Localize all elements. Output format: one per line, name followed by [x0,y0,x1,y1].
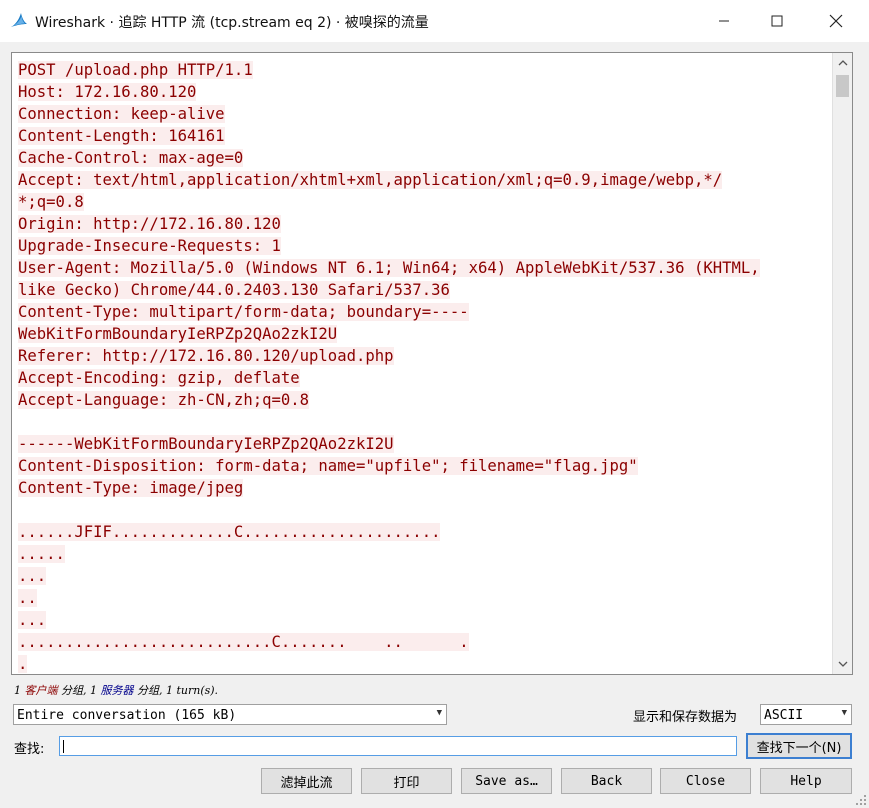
stream-line-text: . [18,655,28,673]
stream-line: POST /upload.php HTTP/1.1 [18,59,830,81]
stream-line-text: ..... [18,545,65,563]
chevron-down-icon: ▼ [841,708,847,718]
stream-line-text: Connection: keep-alive [18,105,225,123]
find-input[interactable] [59,736,737,756]
stream-line: Content-Type: multipart/form-data; bound… [18,301,830,323]
title-bar: Wireshark · 追踪 HTTP 流 (tcp.stream eq 2) … [0,0,869,42]
text-cursor [63,740,64,753]
stream-line-text: Accept-Language: zh-CN,zh;q=0.8 [18,391,310,409]
stream-line-text: ------WebKitFormBoundaryIeRPZp2QAo2zkI2U [18,435,394,453]
stream-line-text: Content-Disposition: form-data; name="up… [18,457,638,475]
stream-line: Cache-Control: max-age=0 [18,147,830,169]
stream-line-text: Content-Type: image/jpeg [18,479,244,497]
stream-line: Origin: http://172.16.80.120 [18,213,830,235]
maximize-button[interactable] [753,0,801,42]
save-as-button[interactable]: Save as… [461,768,552,794]
minimize-icon [719,20,729,22]
stream-line: Connection: keep-alive [18,103,830,125]
stream-line: Content-Length: 164161 [18,125,830,147]
encoding-select-value: ASCII [764,708,804,723]
stream-line: Accept: text/html,application/xhtml+xml,… [18,169,830,191]
stream-line-text: Cache-Control: max-age=0 [18,149,244,167]
stream-line: Host: 172.16.80.120 [18,81,830,103]
stream-line-text: User-Agent: Mozilla/5.0 (Windows NT 6.1;… [18,259,760,277]
stream-line: Upgrade-Insecure-Requests: 1 [18,235,830,257]
stream-content-area[interactable]: POST /upload.php HTTP/1.1 Host: 172.16.80… [11,52,853,675]
encoding-select[interactable]: ASCII ▼ [760,704,852,725]
stream-line [18,411,830,433]
minimize-button[interactable] [700,0,748,42]
stream-line: WebKitFormBoundaryIeRPZp2QAo2zkI2U [18,323,830,345]
vertical-scrollbar[interactable] [832,53,852,674]
stream-line-text: Accept: text/html,application/xhtml+xml,… [18,171,723,189]
resize-grip-icon[interactable] [855,794,867,806]
stream-line: ------WebKitFormBoundaryIeRPZp2QAo2zkI2U [18,433,830,455]
stream-line: *;q=0.8 [18,191,830,213]
conversation-select-value: Entire conversation (165 kB) [17,708,237,723]
stream-line: ... [18,565,830,587]
stream-line-text: like Gecko) Chrome/44.0.2403.130 Safari/… [18,281,450,299]
stream-line: User-Agent: Mozilla/5.0 (Windows NT 6.1;… [18,257,830,279]
chevron-down-icon: ▼ [436,708,442,718]
print-button[interactable]: 打印 [361,768,452,794]
stream-line-text: ... [18,611,47,629]
maximize-icon [771,15,783,27]
close-window-button[interactable] [812,0,860,42]
stream-line: . [18,653,830,674]
stream-line: ... [18,609,830,631]
filter-out-button[interactable]: 滤掉此流 [261,768,352,794]
back-button[interactable]: Back [561,768,652,794]
stream-line-text: ......JFIF.............C................… [18,523,441,541]
stream-line-text: Host: 172.16.80.120 [18,83,197,101]
summary-suffix: 分组, 1 turn(s). [133,684,219,697]
stream-line: Content-Disposition: form-data; name="up… [18,455,830,477]
stream-line: like Gecko) Chrome/44.0.2403.130 Safari/… [18,279,830,301]
stream-line-text: ...........................C....... .. . [18,633,469,651]
stream-line-text: WebKitFormBoundaryIeRPZp2QAo2zkI2U [18,325,338,343]
stream-line-text: Content-Type: multipart/form-data; bound… [18,303,469,321]
close-icon [829,14,843,28]
stream-line: Accept-Language: zh-CN,zh;q=0.8 [18,389,830,411]
find-next-button[interactable]: 查找下一个(N) [746,733,852,759]
conversation-summary: 1 客户端 分组, 1 服务器 分组, 1 turn(s). [14,682,218,698]
stream-line: ..... [18,543,830,565]
stream-line: Referer: http://172.16.80.120/upload.php [18,345,830,367]
stream-line: ......JFIF.............C................… [18,521,830,543]
stream-line-text: ... [18,567,47,585]
stream-line-text: Accept-Encoding: gzip, deflate [18,369,300,387]
stream-line-text: Upgrade-Insecure-Requests: 1 [18,237,281,255]
conversation-select[interactable]: Entire conversation (165 kB) ▼ [13,704,447,725]
stream-text[interactable]: POST /upload.php HTTP/1.1 Host: 172.16.80… [18,59,830,674]
stream-line [18,499,830,521]
close-button[interactable]: Close [660,768,751,794]
scrollbar-thumb[interactable] [836,75,849,97]
stream-line-text: Referer: http://172.16.80.120/upload.php [18,347,394,365]
help-button[interactable]: Help [760,768,852,794]
scroll-up-icon[interactable] [833,53,852,73]
stream-line-text: Content-Length: 164161 [18,127,225,145]
wireshark-fin-icon [11,13,27,27]
server-label: 服务器 [100,684,134,697]
stream-line: Accept-Encoding: gzip, deflate [18,367,830,389]
stream-line-text: .. [18,589,37,607]
scroll-down-icon[interactable] [833,654,852,674]
summary-prefix: 1 [14,684,25,697]
display-save-label: 显示和保存数据为 [633,710,738,725]
summary-mid: 分组, 1 [57,684,101,697]
client-label: 客户端 [24,684,58,697]
stream-line: Content-Type: image/jpeg [18,477,830,499]
stream-line-text: *;q=0.8 [18,193,84,211]
stream-line: ...........................C....... .. . [18,631,830,653]
stream-line: .. [18,587,830,609]
find-label: 查找: [14,742,45,757]
stream-line-text: Origin: http://172.16.80.120 [18,215,281,233]
stream-line-text: POST /upload.php HTTP/1.1 [18,61,253,79]
window-title: Wireshark · 追踪 HTTP 流 (tcp.stream eq 2) … [35,15,429,31]
